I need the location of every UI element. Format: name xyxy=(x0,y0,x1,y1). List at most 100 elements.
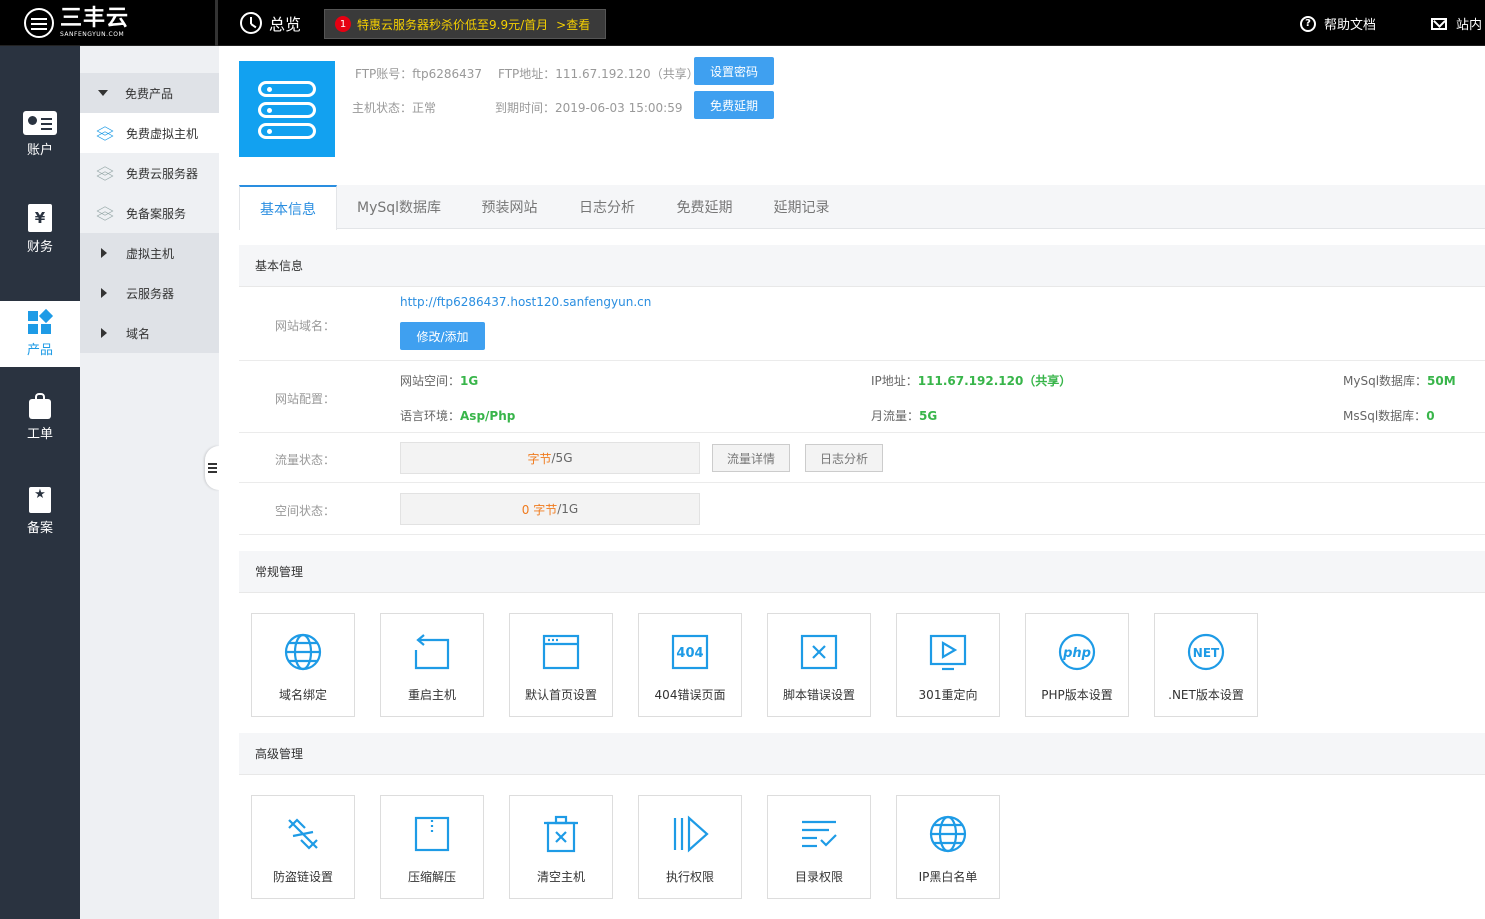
submenu-free-beian[interactable]: 免备案服务 xyxy=(80,193,219,233)
overview-label: 总览 xyxy=(269,15,302,34)
exec-permission-tool[interactable]: 执行权限 xyxy=(638,795,742,899)
flow-status-bar: 字节/5G xyxy=(400,442,700,474)
submenu-cloud[interactable]: 云服务器 xyxy=(80,273,219,313)
zip-file-icon xyxy=(412,814,452,854)
submenu-free-products-label: 免费产品 xyxy=(125,86,174,101)
submenu-domain[interactable]: 域名 xyxy=(80,313,219,353)
restart-icon xyxy=(412,632,452,672)
modify-domain-button[interactable]: 修改/添加 xyxy=(400,322,485,350)
svg-text:NET: NET xyxy=(1193,646,1220,660)
nav-ticket[interactable]: 工单 xyxy=(0,384,80,450)
monthly-traffic: 月流量：5G xyxy=(871,409,938,423)
help-docs-label: 帮助文档 xyxy=(1324,18,1377,33)
host-status: 主机状态：正常 xyxy=(352,101,437,115)
caret-right-icon xyxy=(101,288,107,298)
ftp-account: FTP账号：ftp6286437 xyxy=(355,67,483,81)
yuan-icon: ¥ xyxy=(28,203,52,232)
php-version-tool[interactable]: php PHP版本设置 xyxy=(1025,613,1129,717)
ftp-address: FTP地址：111.67.192.120（共享） xyxy=(498,67,699,81)
tab-extend-history[interactable]: 延期记录 xyxy=(753,185,850,229)
collapse-sidebar-handle[interactable] xyxy=(205,446,219,490)
logo-text: 三丰云 xyxy=(60,6,130,31)
nav-record-label: 备案 xyxy=(26,520,53,536)
main-content: FTP账号：ftp6286437 FTP地址：111.67.192.120（共享… xyxy=(219,46,1485,919)
inbox-link[interactable]: 站内 xyxy=(1431,14,1482,33)
ip-blacklist-tool[interactable]: IP黑白名单 xyxy=(896,795,1000,899)
svg-text:php: php xyxy=(1062,646,1091,661)
flow-detail-button[interactable]: 流量详情 xyxy=(712,444,790,472)
collapse-icon xyxy=(207,467,217,469)
play-bars-icon xyxy=(670,814,710,854)
submenu-vhost-label: 虚拟主机 xyxy=(126,246,175,261)
broken-link-icon xyxy=(283,814,323,854)
logo[interactable]: 三丰云 SANFENGYUN.COM xyxy=(0,0,218,46)
promo-view-link[interactable]: >查看 xyxy=(556,16,590,33)
set-password-button[interactable]: 设置密码 xyxy=(694,57,774,85)
nav-finance[interactable]: ¥ 财务 xyxy=(0,196,80,262)
default-page-tool[interactable]: 默认首页设置 xyxy=(509,613,613,717)
tab-log-analysis[interactable]: 日志分析 xyxy=(558,185,656,229)
close-box-icon xyxy=(799,632,839,672)
promo-banner[interactable]: 1 特惠云服务器秒杀价低至9.9元/首月 >查看 xyxy=(324,9,606,39)
nav-record[interactable]: ★ 备案 xyxy=(0,478,80,544)
submenu-free-vhost[interactable]: 免费虚拟主机 xyxy=(80,113,219,153)
basic-info-header: 基本信息 xyxy=(239,245,1485,287)
submenu-free-cloud[interactable]: 免费云服务器 xyxy=(80,153,219,193)
mysql-size: MySql数据库：50M xyxy=(1343,374,1456,388)
inbox-label: 站内 xyxy=(1456,18,1483,33)
layers-icon xyxy=(98,167,112,179)
dir-permission-tool[interactable]: 目录权限 xyxy=(767,795,871,899)
php-icon: php xyxy=(1057,632,1097,672)
advanced-manage-header: 高级管理 xyxy=(239,733,1485,775)
tab-bar: 基本信息 MySql数据库 预装网站 日志分析 免费延期 延期记录 xyxy=(239,185,1485,230)
tab-mysql[interactable]: MySql数据库 xyxy=(337,185,461,229)
list-check-icon xyxy=(799,814,839,854)
hotlink-protect-tool[interactable]: 防盗链设置 xyxy=(251,795,355,899)
domain-label: 网站域名： xyxy=(275,319,336,333)
logo-subtext: SANFENGYUN.COM xyxy=(60,31,125,38)
expire-time: 到期时间：2019-06-03 15:00:59 xyxy=(495,101,683,115)
overview-link[interactable]: 总览 xyxy=(240,11,301,35)
main-nav-rail: 账户 ¥ 财务 产品 工单 ★ 备案 xyxy=(0,46,80,919)
submenu-free-beian-label: 免备案服务 xyxy=(126,206,187,221)
nav-ticket-label: 工单 xyxy=(26,426,53,442)
trash-icon xyxy=(541,814,581,854)
submenu-cloud-label: 云服务器 xyxy=(126,286,175,301)
caret-right-icon xyxy=(101,248,107,258)
help-docs-link[interactable]: ? 帮助文档 xyxy=(1300,14,1376,33)
disk-status-label: 空间状态： xyxy=(275,504,336,518)
product-grid-icon xyxy=(28,308,54,335)
account-card-icon xyxy=(23,110,57,135)
submenu-vhost[interactable]: 虚拟主机 xyxy=(80,233,219,273)
submenu-free-cloud-label: 免费云服务器 xyxy=(126,166,199,181)
mssql-size: MsSql数据库：0 xyxy=(1343,409,1435,423)
restart-host-tool[interactable]: 重启主机 xyxy=(380,613,484,717)
nav-account-label: 账户 xyxy=(26,142,53,158)
script-error-tool[interactable]: 脚本错误设置 xyxy=(767,613,871,717)
tab-free-extend[interactable]: 免费延期 xyxy=(656,185,753,229)
clear-host-tool[interactable]: 清空主机 xyxy=(509,795,613,899)
dotnet-icon: NET xyxy=(1186,632,1226,672)
nav-product[interactable]: 产品 xyxy=(0,301,80,367)
web-space: 网站空间：1G xyxy=(400,374,479,388)
promo-text: 特惠云服务器秒杀价低至9.9元/首月 xyxy=(357,17,549,32)
nav-account[interactable]: 账户 xyxy=(0,101,80,167)
log-analysis-button[interactable]: 日志分析 xyxy=(805,444,883,472)
domain-bind-tool[interactable]: 域名绑定 xyxy=(251,613,355,717)
compress-tool[interactable]: 压缩解压 xyxy=(380,795,484,899)
flow-status-label: 流量状态： xyxy=(275,453,336,467)
common-manage-header: 常规管理 xyxy=(239,551,1485,593)
caret-right-icon xyxy=(101,328,107,338)
error-404-tool[interactable]: 404 404错误页面 xyxy=(638,613,742,717)
ip-address: IP地址：111.67.192.120（共享） xyxy=(871,374,1072,388)
net-version-tool[interactable]: NET .NET版本设置 xyxy=(1154,613,1258,717)
layers-icon xyxy=(98,207,112,219)
redirect-301-tool[interactable]: 301重定向 xyxy=(896,613,1000,717)
tab-preinstall-site[interactable]: 预装网站 xyxy=(461,185,558,229)
top-bar: 三丰云 SANFENGYUN.COM 总览 1 特惠云服务器秒杀价低至9.9元/… xyxy=(0,0,1485,46)
domain-url-link[interactable]: http://ftp6286437.host120.sanfengyun.cn xyxy=(400,295,651,309)
submenu-free-products[interactable]: 免费产品 xyxy=(80,73,219,113)
tab-basic-info[interactable]: 基本信息 xyxy=(239,185,337,230)
free-extend-button[interactable]: 免费延期 xyxy=(694,91,774,119)
logo-mark-icon xyxy=(24,8,54,38)
